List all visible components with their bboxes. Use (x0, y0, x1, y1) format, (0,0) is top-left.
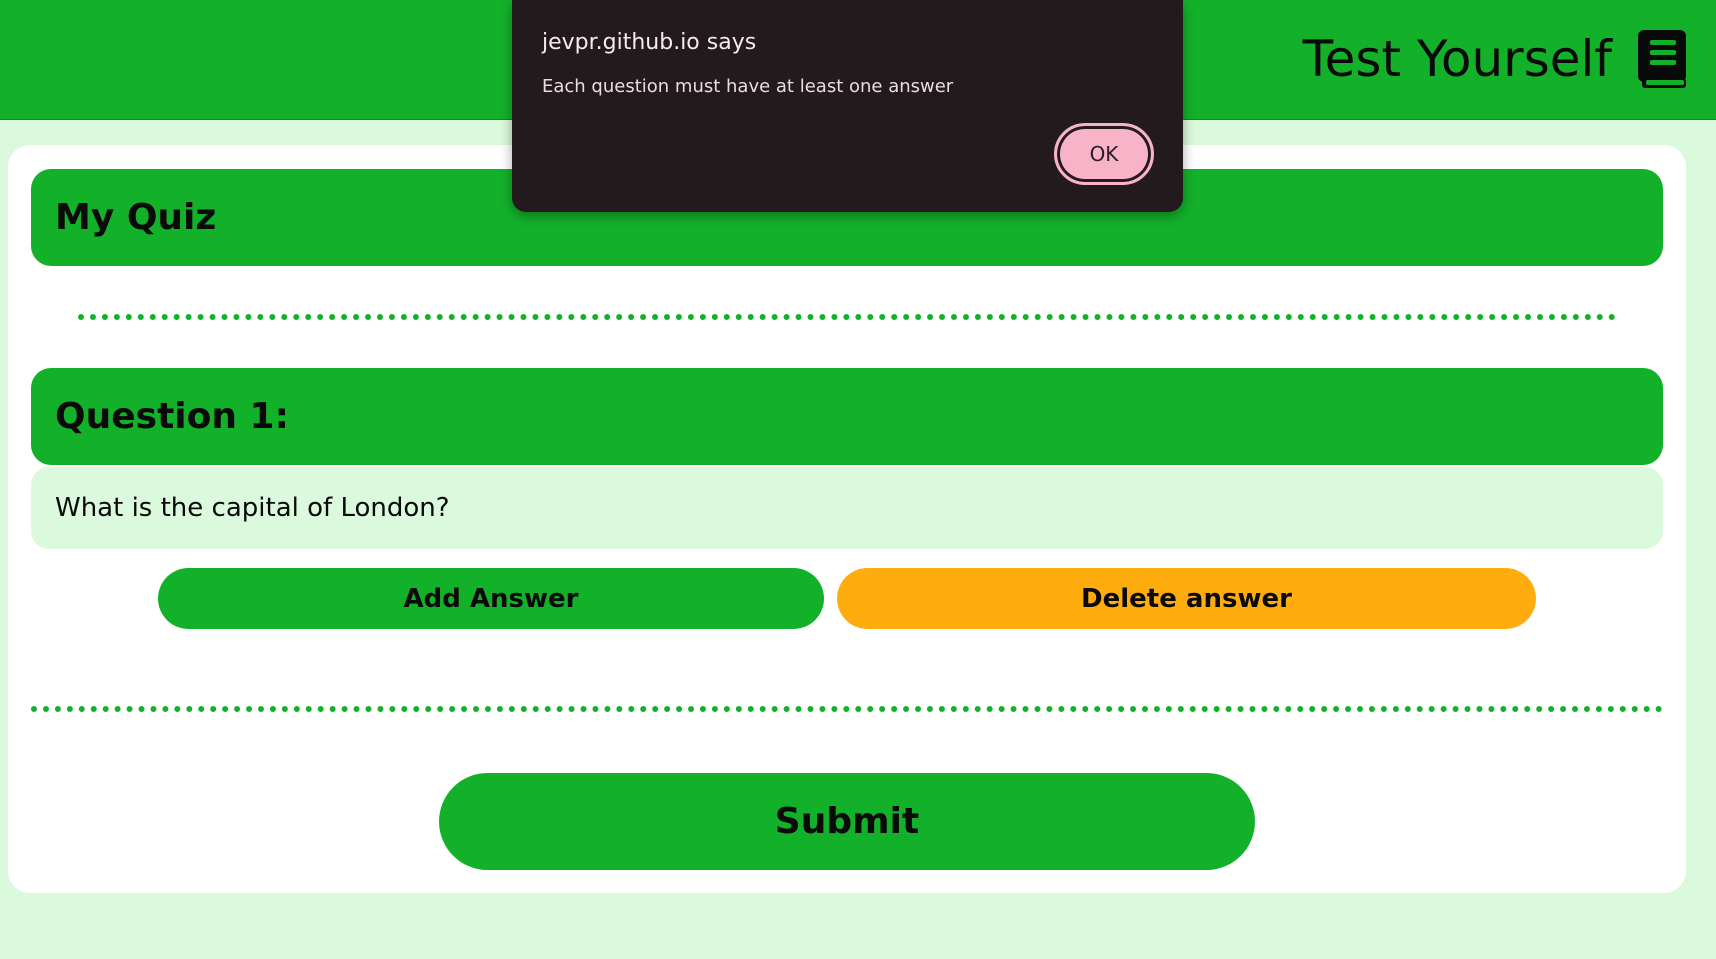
alert-dialog: jevpr.github.io says Each question must … (512, 0, 1183, 212)
dialog-title: jevpr.github.io says (542, 30, 757, 55)
dialog-message: Each question must have at least one ans… (542, 76, 954, 97)
submit-button[interactable]: Submit (439, 773, 1255, 870)
ok-button[interactable]: OK (1054, 123, 1154, 185)
delete-answer-button[interactable]: Delete answer (837, 568, 1536, 629)
divider (78, 314, 1616, 320)
question-heading: Question 1: (31, 368, 1663, 465)
divider (31, 706, 1663, 712)
question-text-field[interactable]: What is the capital of London? (31, 467, 1663, 549)
add-answer-button[interactable]: Add Answer (158, 568, 824, 629)
book-icon (1638, 30, 1686, 88)
app-title: Test Yourself (1302, 30, 1612, 88)
